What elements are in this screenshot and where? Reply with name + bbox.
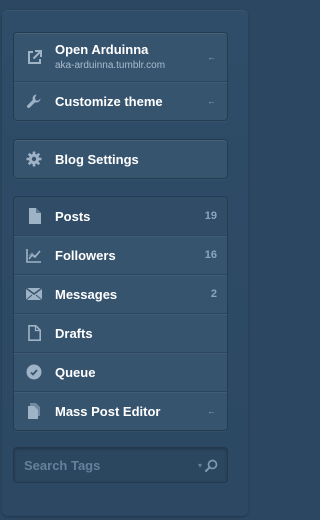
- open-blog-link[interactable]: Open Arduinna aka-arduinna.tumblr.com ←: [14, 33, 227, 81]
- search-tags-box: ▾: [13, 447, 228, 483]
- documents-icon: [26, 403, 42, 419]
- nav-mass-post-editor-label: Mass Post Editor: [55, 403, 161, 419]
- blog-settings-group: Blog Settings: [13, 139, 228, 179]
- nav-drafts-label: Drafts: [55, 325, 93, 341]
- nav-queue-label: Queue: [55, 364, 96, 380]
- nav-posts-label: Posts: [55, 208, 91, 224]
- messages-count: 2: [210, 288, 217, 300]
- arrow-left-icon: ←: [207, 406, 216, 416]
- open-blog-label: Open Arduinna: [55, 42, 149, 58]
- blog-settings-label: Blog Settings: [55, 151, 139, 167]
- clock-icon: [26, 364, 42, 380]
- customize-theme-label: Customize theme: [55, 93, 163, 109]
- gear-icon: [26, 151, 42, 167]
- blog-nav-group: Posts 19 Followers 16 Messages 2 Drafts …: [13, 196, 228, 431]
- document-icon: [26, 208, 42, 224]
- arrow-left-icon: ←: [207, 96, 216, 106]
- blog-url: aka-arduinna.tumblr.com: [55, 59, 166, 71]
- nav-messages[interactable]: Messages 2: [14, 274, 227, 313]
- posts-count: 19: [204, 210, 217, 222]
- blog-links-group: Open Arduinna aka-arduinna.tumblr.com ← …: [13, 32, 228, 121]
- search-icon[interactable]: [205, 459, 218, 472]
- search-tags-input[interactable]: [14, 449, 198, 481]
- nav-drafts[interactable]: Drafts: [14, 313, 227, 352]
- followers-count: 16: [204, 249, 217, 261]
- arrow-left-icon: ←: [207, 52, 216, 62]
- envelope-icon: [26, 286, 42, 302]
- nav-followers-label: Followers: [55, 247, 116, 263]
- blog-settings-link[interactable]: Blog Settings: [14, 140, 227, 178]
- external-link-icon: [26, 49, 42, 65]
- nav-queue[interactable]: Queue: [14, 352, 227, 391]
- nav-mass-post-editor[interactable]: Mass Post Editor ←: [14, 391, 227, 430]
- customize-theme-link[interactable]: Customize theme ←: [14, 81, 227, 120]
- draft-icon: [26, 325, 42, 341]
- wrench-icon: [26, 93, 42, 109]
- nav-followers[interactable]: Followers 16: [14, 235, 227, 274]
- nav-posts[interactable]: Posts 19: [14, 197, 227, 235]
- chart-icon: [26, 247, 42, 263]
- chevron-down-icon[interactable]: ▾: [198, 461, 202, 470]
- nav-messages-label: Messages: [55, 286, 118, 302]
